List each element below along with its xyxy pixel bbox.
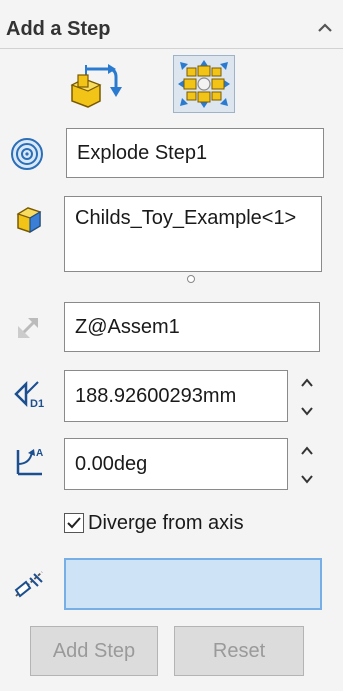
direction-value: Z@Assem1	[75, 315, 180, 338]
component-icon	[12, 202, 46, 236]
chevron-down-icon[interactable]	[296, 466, 318, 492]
explode-property-panel: Add a Step Explode Step1 Childs_Toy_Exam…	[0, 0, 343, 691]
rotation-icon: A	[12, 444, 46, 478]
components-list[interactable]: Childs_Toy_Example<1>	[64, 196, 322, 272]
rotation-stepper[interactable]	[296, 436, 318, 496]
chevron-down-icon[interactable]	[296, 398, 318, 424]
add-step-label: Add Step	[52, 639, 136, 662]
target-icon	[10, 137, 44, 171]
distance-stepper[interactable]	[296, 368, 318, 428]
svg-text:D1: D1	[30, 398, 44, 410]
step-name-value: Explode Step1	[77, 141, 208, 164]
regular-step-button[interactable]	[64, 55, 126, 113]
diverge-from-axis-option[interactable]: Diverge from axis	[64, 508, 244, 538]
header-divider	[0, 48, 343, 49]
diverge-checkbox[interactable]	[64, 513, 84, 533]
selection-field[interactable]	[64, 558, 322, 610]
list-resize-handle[interactable]	[187, 275, 195, 283]
reset-button[interactable]: Reset	[174, 626, 304, 676]
distance-value: 188.92600293mm	[75, 384, 237, 407]
distance-field[interactable]: 188.92600293mm	[64, 370, 288, 422]
chevron-up-icon[interactable]	[296, 370, 318, 396]
regular-explode-step-icon	[70, 64, 122, 108]
linear-pattern-icon	[12, 566, 46, 600]
svg-text:A: A	[36, 448, 43, 459]
radial-explode-step-icon	[178, 60, 230, 108]
diverge-label: Diverge from axis	[88, 511, 244, 534]
list-item[interactable]: Childs_Toy_Example<1>	[75, 207, 296, 230]
reset-label: Reset	[212, 639, 266, 662]
chevron-up-icon[interactable]	[315, 18, 335, 38]
add-step-button[interactable]: Add Step	[30, 626, 158, 676]
step-name-field[interactable]: Explode Step1	[66, 128, 324, 178]
checkmark-icon	[67, 517, 81, 529]
section-title: Add a Step	[6, 18, 111, 40]
rotation-value: 0.00deg	[75, 452, 148, 475]
distance-icon: D1	[12, 376, 46, 410]
direction-arrow-icon	[14, 312, 48, 346]
chevron-up-icon[interactable]	[296, 438, 318, 464]
radial-step-button[interactable]	[173, 55, 235, 113]
add-step-header[interactable]: Add a Step	[0, 14, 343, 48]
rotation-field[interactable]: 0.00deg	[64, 438, 288, 490]
direction-field[interactable]: Z@Assem1	[64, 302, 320, 352]
